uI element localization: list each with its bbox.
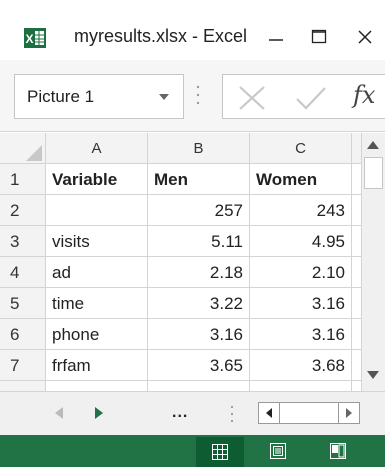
cell-a4[interactable]: ad: [46, 257, 148, 288]
insert-function-icon[interactable]: fx: [353, 81, 375, 109]
cell-a8[interactable]: [46, 381, 148, 391]
maximize-icon[interactable]: [304, 22, 334, 52]
horizontal-scrollbar[interactable]: [280, 402, 338, 424]
cell-c4[interactable]: 2.10: [250, 257, 352, 288]
sheet-tab-bar: ...: [0, 391, 385, 435]
previous-sheet-icon[interactable]: [55, 407, 63, 419]
table-row: 4 ad 2.18 2.10: [0, 257, 364, 288]
cell-b8[interactable]: [148, 381, 250, 391]
cell-c3[interactable]: 4.95: [250, 226, 352, 257]
cell-a1[interactable]: Variable: [46, 164, 148, 195]
name-box[interactable]: Picture 1: [14, 74, 184, 119]
cell-b6[interactable]: 3.16: [148, 319, 250, 350]
column-header-b[interactable]: B: [148, 133, 250, 164]
table-row: 7 frfam 3.65 3.68: [0, 350, 364, 381]
tab-split-handle[interactable]: [230, 404, 234, 424]
cell-a5[interactable]: time: [46, 288, 148, 319]
formula-input-area[interactable]: fx: [222, 74, 385, 119]
cell-b2[interactable]: 257: [148, 195, 250, 226]
next-sheet-icon[interactable]: [95, 407, 103, 419]
cell-b5[interactable]: 3.22: [148, 288, 250, 319]
cell-b3[interactable]: 5.11: [148, 226, 250, 257]
cell-b4[interactable]: 2.18: [148, 257, 250, 288]
normal-view-icon: [212, 444, 228, 460]
cell-a6[interactable]: phone: [46, 319, 148, 350]
cell-a3[interactable]: visits: [46, 226, 148, 257]
column-header-c[interactable]: C: [250, 133, 352, 164]
table-row: 5 time 3.22 3.16: [0, 288, 364, 319]
select-all-button[interactable]: [0, 133, 46, 164]
cell-b1[interactable]: Men: [148, 164, 250, 195]
cell-c7[interactable]: 3.68: [250, 350, 352, 381]
cell-a7[interactable]: frfam: [46, 350, 148, 381]
scroll-right-button[interactable]: [338, 402, 360, 424]
cell-c6[interactable]: 3.16: [250, 319, 352, 350]
vertical-scrollbar[interactable]: [361, 133, 385, 391]
excel-icon: X: [24, 28, 46, 48]
scroll-right-icon: [346, 408, 352, 418]
table-row: 3 visits 5.11 4.95: [0, 226, 364, 257]
row-header[interactable]: 1: [0, 164, 46, 195]
window-title: myresults.xlsx - Excel: [74, 26, 248, 46]
cell-c1[interactable]: Women: [250, 164, 352, 195]
scroll-left-button[interactable]: [258, 402, 280, 424]
select-all-icon: [26, 145, 42, 161]
row-header[interactable]: 4: [0, 257, 46, 288]
normal-view-button[interactable]: [196, 437, 244, 467]
table-row: 2 257 243: [0, 195, 364, 226]
scroll-down-icon[interactable]: [367, 371, 379, 379]
row-header[interactable]: 6: [0, 319, 46, 350]
cell-b7[interactable]: 3.65: [148, 350, 250, 381]
scrollbar-thumb[interactable]: [364, 157, 383, 189]
close-icon[interactable]: [350, 22, 380, 52]
scroll-up-icon[interactable]: [367, 141, 379, 149]
cell-c5[interactable]: 3.16: [250, 288, 352, 319]
svg-text:X: X: [26, 32, 34, 46]
column-header-a[interactable]: A: [46, 133, 148, 164]
minimize-icon[interactable]: [261, 22, 291, 52]
name-box-value: Picture 1: [27, 87, 95, 106]
more-sheets-button[interactable]: ...: [172, 404, 188, 422]
page-layout-icon[interactable]: [270, 443, 286, 459]
table-row: 6 phone 3.16 3.16: [0, 319, 364, 350]
cell-c8[interactable]: [250, 381, 352, 391]
formula-bar-resize-handle[interactable]: [196, 84, 200, 106]
row-header[interactable]: 7: [0, 350, 46, 381]
status-bar: [0, 435, 385, 467]
table-row-partial: [0, 381, 361, 391]
column-header-row: A B C: [0, 133, 364, 164]
row-header[interactable]: 5: [0, 288, 46, 319]
cell-c2[interactable]: 243: [250, 195, 352, 226]
formula-bar: Picture 1 fx: [0, 60, 385, 132]
cancel-icon[interactable]: [237, 85, 267, 111]
row-header[interactable]: 3: [0, 226, 46, 257]
row-header-partial[interactable]: [0, 381, 46, 391]
enter-icon[interactable]: [295, 85, 327, 111]
table-row: 1 Variable Men Women: [0, 164, 364, 195]
cell-a2[interactable]: [46, 195, 148, 226]
scroll-left-icon: [266, 408, 272, 418]
page-break-preview-icon[interactable]: [330, 443, 346, 459]
chevron-down-icon[interactable]: [159, 93, 169, 101]
row-header[interactable]: 2: [0, 195, 46, 226]
